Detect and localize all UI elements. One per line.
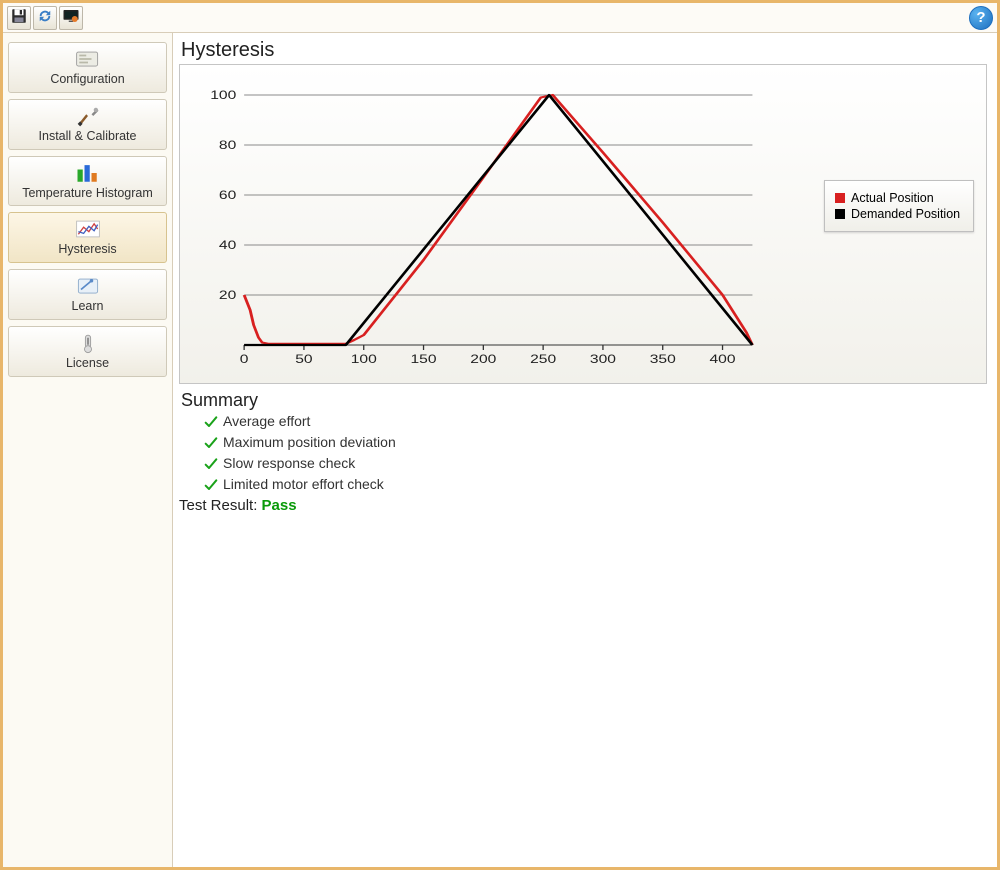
- save-button[interactable]: [7, 6, 31, 30]
- line-chart-icon: [74, 217, 102, 241]
- chart-legend: Actual Position Demanded Position: [824, 180, 974, 232]
- sidebar-item-license[interactable]: License: [8, 326, 167, 377]
- sidebar-item-label: Hysteresis: [58, 243, 116, 257]
- sidebar-item-label: Learn: [72, 300, 104, 314]
- svg-text:60: 60: [219, 188, 237, 202]
- summary-item-label: Slow response check: [223, 453, 355, 474]
- check-icon: [203, 456, 219, 472]
- floppy-icon: [10, 7, 28, 28]
- svg-text:40: 40: [219, 238, 237, 252]
- svg-text:20: 20: [219, 288, 237, 302]
- test-result-value: Pass: [262, 497, 297, 514]
- summary-item-label: Average effort: [223, 411, 310, 432]
- sidebar-item-label: Temperature Histogram: [22, 187, 153, 201]
- summary-item: Limited motor effort check: [203, 474, 987, 495]
- summary-title: Summary: [181, 390, 987, 411]
- sidebar-item-learn[interactable]: Learn: [8, 269, 167, 320]
- legend-swatch-icon: [835, 209, 845, 219]
- sidebar-item-label: Install & Calibrate: [39, 130, 137, 144]
- svg-text:200: 200: [470, 352, 496, 366]
- license-icon: [74, 331, 102, 355]
- svg-text:150: 150: [410, 352, 436, 366]
- summary-item-label: Maximum position deviation: [223, 432, 396, 453]
- learn-icon: [74, 274, 102, 298]
- chart-title: Hysteresis: [181, 39, 987, 62]
- svg-text:100: 100: [351, 352, 377, 366]
- svg-text:350: 350: [650, 352, 676, 366]
- test-result-label: Test Result:: [179, 497, 257, 514]
- svg-text:50: 50: [295, 352, 313, 366]
- monitor-icon: [62, 7, 80, 28]
- test-result: Test Result: Pass: [179, 497, 987, 514]
- sidebar-item-hysteresis[interactable]: Hysteresis: [8, 212, 167, 263]
- summary-item: Average effort: [203, 411, 987, 432]
- sidebar-item-label: License: [66, 357, 109, 371]
- sidebar-item-configuration[interactable]: Configuration: [8, 42, 167, 93]
- svg-text:80: 80: [219, 138, 237, 152]
- legend-item-actual: Actual Position: [835, 191, 963, 205]
- chart-card: 20 40 60 80 100 0 50 100 150 200 250 300 350 400 Actu…: [179, 64, 987, 384]
- sidebar: Configuration Install & Calibrate Temper…: [3, 33, 173, 867]
- summary-list: Average effort Maximum position deviatio…: [203, 411, 987, 495]
- app-window: ? Configuration Install & Calibrate: [0, 0, 1000, 870]
- question-icon: ?: [976, 9, 985, 26]
- refresh-button[interactable]: [33, 6, 57, 30]
- tools-icon: [74, 104, 102, 128]
- summary-item-label: Limited motor effort check: [223, 474, 384, 495]
- monitor-button[interactable]: [59, 6, 83, 30]
- main-panel: Hysteresis 20 40 60 80 100 0 50 100 150 200 250 300…: [173, 33, 997, 867]
- refresh-icon: [36, 7, 54, 28]
- check-icon: [203, 435, 219, 451]
- top-toolbar: ?: [3, 3, 997, 33]
- configuration-icon: [74, 47, 102, 71]
- legend-label: Actual Position: [851, 191, 934, 205]
- legend-label: Demanded Position: [851, 207, 960, 221]
- legend-swatch-icon: [835, 193, 845, 203]
- check-icon: [203, 477, 219, 493]
- sidebar-item-label: Configuration: [50, 73, 124, 87]
- help-button[interactable]: ?: [969, 6, 993, 30]
- histogram-icon: [74, 161, 102, 185]
- summary-item: Maximum position deviation: [203, 432, 987, 453]
- svg-text:400: 400: [709, 352, 735, 366]
- sidebar-item-temperature-histogram[interactable]: Temperature Histogram: [8, 156, 167, 207]
- legend-item-demanded: Demanded Position: [835, 207, 963, 221]
- check-icon: [203, 414, 219, 430]
- svg-text:0: 0: [240, 352, 249, 366]
- summary-item: Slow response check: [203, 453, 987, 474]
- svg-text:300: 300: [590, 352, 616, 366]
- svg-text:250: 250: [530, 352, 556, 366]
- svg-text:100: 100: [210, 88, 236, 102]
- sidebar-item-install-calibrate[interactable]: Install & Calibrate: [8, 99, 167, 150]
